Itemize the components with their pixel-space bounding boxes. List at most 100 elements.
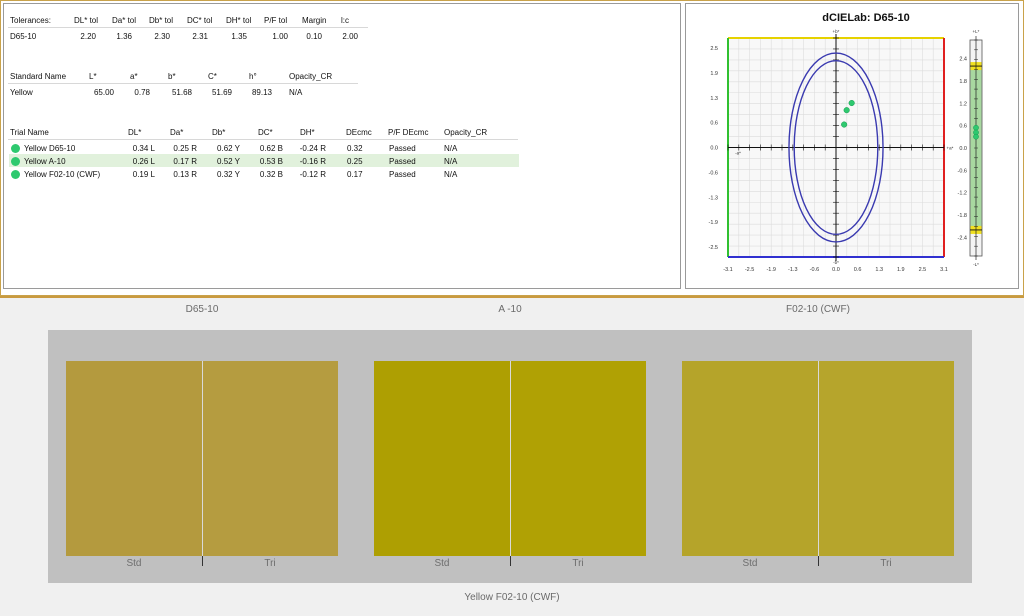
trial-cell: 0.26 L bbox=[132, 157, 155, 166]
tolerance-header: Da* tol bbox=[112, 16, 137, 25]
x-tick-label: -0.6 bbox=[810, 267, 819, 273]
trial-cell: 0.62 B bbox=[259, 144, 283, 153]
trial-swatch bbox=[202, 361, 338, 556]
color-swatch-pair bbox=[374, 361, 646, 556]
trial-header: DH* bbox=[300, 128, 315, 137]
trial-cell: 0.19 L bbox=[132, 170, 155, 179]
tolerance-header: l:c bbox=[341, 16, 349, 25]
x-tick-label: 0.6 bbox=[854, 267, 862, 273]
lightness-tick-label: -1.8 bbox=[958, 213, 967, 219]
color-swatch-pair bbox=[66, 361, 338, 556]
tolerance-value: 2.31 bbox=[192, 32, 208, 41]
standard-value: 51.68 bbox=[171, 88, 192, 97]
trial-swatch bbox=[510, 361, 646, 556]
y-tick-label: -2.5 bbox=[709, 245, 718, 251]
lightness-tick-label: -1.2 bbox=[958, 191, 967, 197]
standard-value: 51.69 bbox=[211, 88, 232, 97]
trial-cell: Passed bbox=[389, 170, 416, 179]
illuminant-title: D65-10 bbox=[185, 304, 219, 315]
tolerance-header: P/F tol bbox=[264, 16, 288, 25]
trial-status-dot bbox=[11, 144, 20, 153]
axis-label-right: +a* bbox=[947, 146, 954, 151]
x-tick-label: -1.9 bbox=[766, 267, 775, 273]
trial-cell: Passed bbox=[389, 144, 416, 153]
trial-point bbox=[841, 121, 848, 128]
y-tick-label: -1.9 bbox=[709, 220, 718, 226]
standard-value: 89.13 bbox=[251, 88, 272, 97]
trial-header: Da* bbox=[170, 128, 184, 137]
tolerance-value: 1.36 bbox=[116, 32, 132, 41]
x-tick-label: 2.5 bbox=[919, 267, 927, 273]
tolerance-value: 2.30 bbox=[154, 32, 170, 41]
trial-header: P/F DEcmc bbox=[388, 128, 429, 137]
trial-header: Trial Name bbox=[10, 128, 49, 137]
tolerance-value: D65-10 bbox=[10, 32, 37, 41]
lightness-bottom-label: -L* bbox=[973, 262, 979, 267]
tri-label: Tri bbox=[880, 558, 892, 569]
standard-swatch bbox=[66, 361, 202, 556]
standard-header: h° bbox=[249, 72, 257, 81]
lightness-point bbox=[973, 133, 979, 140]
standard-header: Opacity_CR bbox=[289, 72, 333, 81]
x-tick-label: -2.5 bbox=[745, 267, 754, 273]
trial-header: Db* bbox=[212, 128, 226, 137]
swatch-divider bbox=[818, 361, 819, 556]
tolerance-header: DL* tol bbox=[74, 16, 99, 25]
y-tick-label: -1.3 bbox=[709, 195, 718, 201]
trial-cell: N/A bbox=[444, 157, 458, 166]
dcielab-chart: -3.1 -2.5 -1.9 -1.3 -0.6 0.0 0.6 1.3 1.9 2.5 3.1 2.… bbox=[709, 29, 983, 273]
trial-status-dot bbox=[11, 170, 20, 179]
y-tick-label: 0.0 bbox=[710, 146, 718, 152]
x-tick-label: 1.3 bbox=[875, 267, 883, 273]
trial-header: Opacity_CR bbox=[444, 128, 488, 137]
trial-status-dot bbox=[11, 157, 20, 166]
tri-label: Tri bbox=[572, 558, 584, 569]
tolerance-header: Tolerances: bbox=[10, 16, 51, 25]
trial-cell: 0.53 B bbox=[259, 157, 283, 166]
trial-cell: -0.16 R bbox=[299, 157, 326, 166]
trial-cell: 0.32 Y bbox=[217, 170, 240, 179]
standard-header: Standard Name bbox=[10, 72, 67, 81]
trial-cell: Passed bbox=[389, 157, 416, 166]
y-tick-label: 1.9 bbox=[710, 71, 718, 77]
lightness-tick-label: 0.6 bbox=[959, 124, 967, 130]
swatch-divider bbox=[510, 361, 511, 556]
x-tick-label: 0.0 bbox=[832, 267, 840, 273]
chart-panel: dCIELab: D65-10 -3.1 -2.5 -1.9 -1.3 -0.6 0.0 0… bbox=[685, 3, 1019, 289]
tolerance-header: Db* tol bbox=[149, 16, 174, 25]
tolerance-value: 2.00 bbox=[342, 32, 358, 41]
y-tick-label: 2.5 bbox=[710, 46, 718, 52]
tri-label: Tri bbox=[264, 558, 276, 569]
standard-swatch bbox=[682, 361, 818, 556]
header-separator bbox=[8, 83, 358, 84]
trial-header: DEcmc bbox=[346, 128, 372, 137]
swatch-tick bbox=[202, 556, 203, 566]
lightness-tick-label: 1.8 bbox=[959, 79, 967, 85]
trial-cell: Yellow F02-10 (CWF) bbox=[24, 170, 101, 179]
trial-cell: 0.34 L bbox=[132, 144, 155, 153]
standard-value: 0.78 bbox=[134, 88, 150, 97]
swatch-divider bbox=[202, 361, 203, 556]
lightness-tick-label: 2.4 bbox=[959, 57, 967, 63]
standard-value: N/A bbox=[289, 88, 303, 97]
standard-value: 65.00 bbox=[93, 88, 114, 97]
trial-cell: 0.17 R bbox=[173, 157, 197, 166]
data-table-panel: Tolerances: DL* tol Da* tol Db* tol DC* tol D… bbox=[3, 3, 681, 289]
tolerance-value: 2.20 bbox=[80, 32, 96, 41]
tolerance-value: 1.35 bbox=[231, 32, 247, 41]
trial-cell: -0.12 R bbox=[299, 170, 326, 179]
trial-cell: 0.17 bbox=[347, 170, 363, 179]
trial-header: DL* bbox=[128, 128, 142, 137]
footer-label: Yellow F02-10 (CWF) bbox=[464, 592, 560, 603]
y-tick-label: -0.6 bbox=[709, 170, 718, 176]
tolerance-header: DH* tol bbox=[226, 16, 252, 25]
trial-cell: 0.52 Y bbox=[217, 157, 240, 166]
tolerance-value: 0.10 bbox=[306, 32, 322, 41]
trial-cell: 0.13 R bbox=[173, 170, 197, 179]
axis-label-top: +b* bbox=[833, 29, 840, 34]
std-label: Std bbox=[126, 558, 142, 569]
lightness-tick-label: -0.6 bbox=[958, 168, 967, 174]
standard-value: Yellow bbox=[10, 88, 33, 97]
lightness-tick-label: 1.2 bbox=[959, 101, 967, 107]
trial-cell: N/A bbox=[444, 170, 458, 179]
